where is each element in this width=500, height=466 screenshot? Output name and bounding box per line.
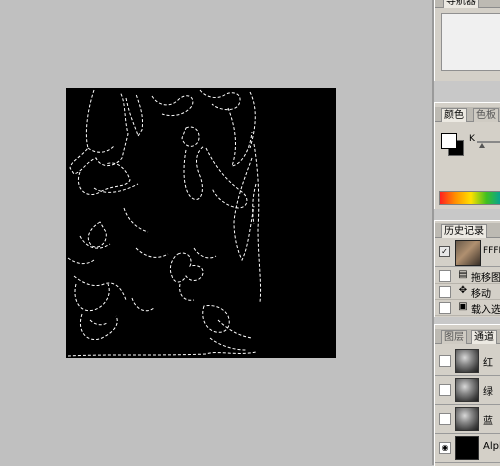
tab-color[interactable]: 颜色: [441, 108, 467, 122]
history-item-label: 移动: [471, 289, 491, 300]
channel-row-blue[interactable]: 蓝: [435, 405, 500, 434]
channel-label: Alpha: [483, 441, 500, 452]
tab-swatches[interactable]: 色板: [473, 108, 499, 122]
tab-channels[interactable]: 通道: [471, 330, 497, 344]
history-item-label: 载入选: [471, 305, 500, 316]
marching-ants-selection: [67, 89, 262, 357]
eye-icon[interactable]: ◉: [439, 442, 451, 454]
k-slider-thumb[interactable]: [479, 143, 485, 148]
color-palette: 颜色 色板 K: [434, 102, 500, 209]
snapshot-thumbnail: [455, 240, 481, 266]
channel-row-red[interactable]: 红: [435, 347, 500, 376]
channel-row-green[interactable]: 绿: [435, 376, 500, 405]
history-checkbox[interactable]: [439, 302, 451, 314]
navigator-palette: 导航器: [434, 0, 500, 81]
history-checkbox[interactable]: [439, 270, 451, 282]
tab-layers[interactable]: 图层: [441, 330, 467, 344]
paste-icon: ▤: [458, 269, 468, 280]
history-checkbox[interactable]: [439, 286, 451, 298]
channel-label: 绿: [483, 387, 493, 398]
channels-tabbar: 图层 通道: [435, 329, 500, 344]
document-canvas-area: [0, 0, 432, 465]
channel-thumbnail: [455, 349, 479, 373]
channel-row-alpha[interactable]: ◉ Alpha: [435, 434, 500, 463]
history-tabbar: 历史记录: [435, 223, 500, 238]
snapshot-icon[interactable]: ✓: [439, 246, 450, 257]
channel-label: 红: [483, 358, 493, 369]
load-selection-icon: ▣: [458, 301, 468, 312]
channel-thumbnail: [455, 407, 479, 431]
history-item[interactable]: ▤ 拖移图: [435, 268, 500, 284]
document-image[interactable]: [66, 88, 336, 358]
tab-navigator[interactable]: 导航器: [443, 0, 479, 8]
snapshot-label: FFFFF: [483, 246, 500, 256]
move-tool-icon: ✥: [458, 285, 468, 296]
history-palette: 历史记录 ✓ FFFFF ▤ 拖移图 ✥ 移动 ▣ 载入选: [434, 220, 500, 317]
history-item-label: 拖移图: [471, 273, 500, 284]
channel-label: 蓝: [483, 416, 493, 427]
history-item[interactable]: ✥ 移动: [435, 284, 500, 300]
color-tabbar: 颜色 色板: [435, 107, 500, 122]
channel-thumbnail: [455, 378, 479, 402]
history-item[interactable]: ▣ 载入选: [435, 300, 500, 316]
foreground-color-swatch[interactable]: [441, 133, 457, 149]
channels-palette: 图层 通道 红 绿 蓝 ◉ Alpha: [434, 324, 500, 466]
color-spectrum-bar[interactable]: [439, 191, 500, 205]
navigator-preview[interactable]: [441, 13, 500, 71]
history-snapshot[interactable]: ✓ FFFFF: [435, 238, 500, 267]
tab-history[interactable]: 历史记录: [441, 224, 487, 238]
channel-visibility-toggle[interactable]: [439, 384, 451, 396]
navigator-tabbar: 导航器: [435, 0, 500, 8]
channel-visibility-toggle[interactable]: [439, 413, 451, 425]
channel-visibility-toggle[interactable]: [439, 355, 451, 367]
k-slider-label: K: [469, 134, 475, 144]
channel-thumbnail: [455, 436, 479, 460]
